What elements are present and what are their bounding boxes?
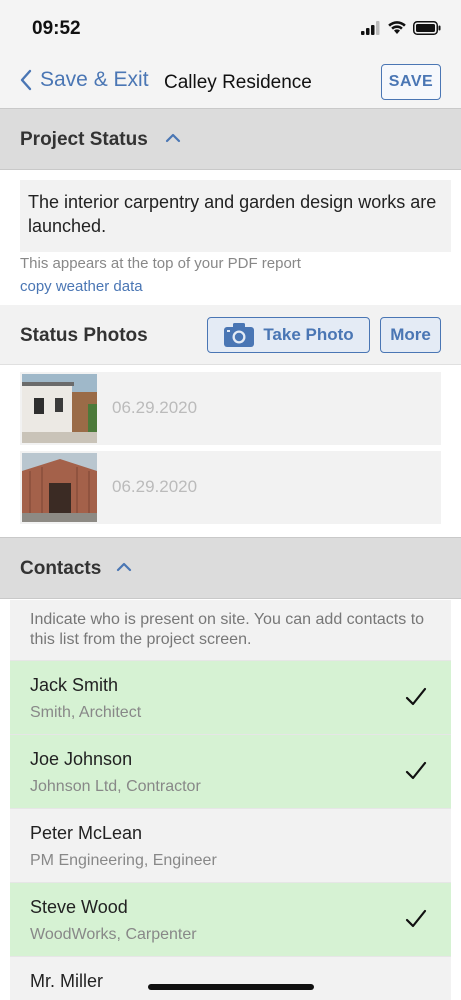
contact-row[interactable]: Joe Johnson Johnson Ltd, Contractor <box>10 734 451 808</box>
contact-row[interactable]: Jack Smith Smith, Architect <box>10 660 451 734</box>
contact-row[interactable]: Steve Wood WoodWorks, Carpenter <box>10 882 451 956</box>
status-time: 09:52 <box>32 18 81 39</box>
contact-company-role: Johnson Ltd, Contractor <box>30 778 201 795</box>
status-photos-bar: Status Photos Take Photo More <box>0 305 461 365</box>
contacts-hint: Indicate who is present on site. You can… <box>10 600 451 660</box>
nav-bar: Save & Exit Calley Residence SAVE <box>0 56 461 108</box>
contacts-header[interactable]: Contacts <box>0 537 461 599</box>
contacts-title: Contacts <box>20 558 102 579</box>
take-photo-button[interactable]: Take Photo <box>207 317 370 353</box>
contact-row[interactable]: Peter McLean PM Engineering, Engineer <box>10 808 451 882</box>
copy-weather-data-link[interactable]: copy weather data <box>20 278 143 295</box>
photo-thumbnail <box>22 374 97 443</box>
project-status-text[interactable]: The interior carpentry and garden design… <box>20 180 451 252</box>
checkmark-icon <box>405 687 427 706</box>
home-indicator[interactable] <box>148 984 314 990</box>
contact-company-role: Smith, Architect <box>30 704 142 721</box>
photo-date: 06.29.2020 <box>112 398 198 417</box>
contact-name: Steve Wood <box>30 897 128 917</box>
take-photo-label: Take Photo <box>263 325 354 344</box>
more-button[interactable]: More <box>380 317 441 353</box>
chevron-up-icon <box>165 133 181 143</box>
contact-name: Mr. Miller <box>30 971 103 991</box>
contact-company-role: WoodWorks, Carpenter <box>30 926 197 943</box>
page-title: Calley Residence <box>164 72 312 93</box>
pdf-report-hint: This appears at the top of your PDF repo… <box>20 255 301 272</box>
chevron-up-icon <box>116 562 132 572</box>
contact-row[interactable]: Mr. Miller <box>10 956 451 1000</box>
photo-thumbnail <box>22 453 97 522</box>
photo-row[interactable]: 06.29.2020 <box>20 372 441 445</box>
checkmark-icon <box>405 909 427 928</box>
camera-icon <box>224 323 255 347</box>
contact-name: Jack Smith <box>30 675 119 695</box>
save-and-exit-button[interactable]: Save & Exit <box>20 68 149 92</box>
status-bar: 09:52 <box>0 0 461 56</box>
photo-row[interactable]: 06.29.2020 <box>20 451 441 524</box>
status-icons <box>361 20 441 35</box>
project-status-header[interactable]: Project Status <box>0 108 461 170</box>
checkmark-icon <box>405 761 427 780</box>
save-button[interactable]: SAVE <box>381 64 441 100</box>
save-and-exit-label: Save & Exit <box>40 68 149 91</box>
cellular-signal-icon <box>361 20 380 35</box>
photo-date: 06.29.2020 <box>112 477 198 496</box>
contact-name: Peter McLean <box>30 823 143 843</box>
battery-icon <box>413 20 441 35</box>
chevron-left-icon <box>20 69 32 91</box>
project-status-title: Project Status <box>20 129 148 150</box>
contact-name: Joe Johnson <box>30 749 133 769</box>
status-photos-title: Status Photos <box>20 325 148 346</box>
contact-company-role: PM Engineering, Engineer <box>30 852 217 869</box>
wifi-icon <box>388 21 406 34</box>
